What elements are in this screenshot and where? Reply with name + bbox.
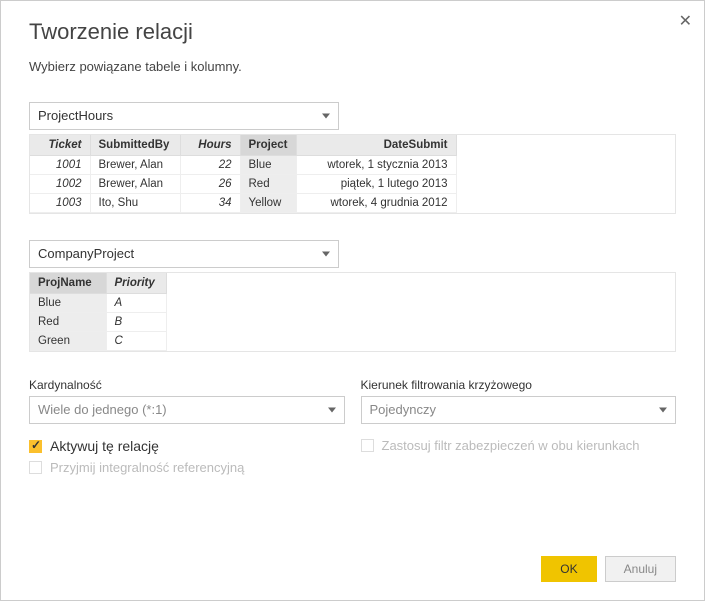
- crossfilter-value: Pojedynczy: [370, 402, 436, 417]
- table-row: Green C: [30, 332, 166, 351]
- dialog-subtitle: Wybierz powiązane tabele i kolumny.: [29, 59, 676, 74]
- security-label: Zastosuj filtr zabezpieczeń w obu kierun…: [382, 438, 640, 453]
- dialog-title: Tworzenie relacji: [29, 19, 676, 45]
- chevron-down-icon: [322, 114, 330, 119]
- col-submittedby[interactable]: SubmittedBy: [90, 135, 180, 156]
- table2-selector[interactable]: CompanyProject: [29, 240, 339, 268]
- table-header-row: ProjName Priority: [30, 273, 166, 294]
- table-header-row: Ticket SubmittedBy Hours Project DateSub…: [30, 135, 456, 156]
- table1-preview: Ticket SubmittedBy Hours Project DateSub…: [29, 134, 676, 214]
- cardinality-value: Wiele do jednego (*:1): [38, 402, 167, 417]
- table-row: 1001 Brewer, Alan 22 Blue wtorek, 1 styc…: [30, 156, 456, 175]
- table1-selector-value: ProjectHours: [38, 108, 113, 123]
- activate-relationship-check[interactable]: Aktywuj tę relację: [29, 438, 345, 454]
- cardinality-selector[interactable]: Wiele do jednego (*:1): [29, 396, 345, 424]
- cancel-button[interactable]: Anuluj: [605, 556, 676, 582]
- chevron-down-icon: [659, 408, 667, 413]
- cardinality-label: Kardynalność: [29, 378, 345, 392]
- col-hours[interactable]: Hours: [180, 135, 240, 156]
- table2-preview: ProjName Priority Blue A Red B Green C: [29, 272, 676, 352]
- table-row: 1002 Brewer, Alan 26 Red piątek, 1 luteg…: [30, 175, 456, 194]
- close-icon[interactable]: ✕: [679, 11, 692, 31]
- col-project[interactable]: Project: [240, 135, 296, 156]
- chevron-down-icon: [328, 408, 336, 413]
- integrity-label: Przyjmij integralność referencyjną: [50, 460, 244, 475]
- table2-selector-value: CompanyProject: [38, 246, 134, 261]
- table-row: Red B: [30, 313, 166, 332]
- col-priority[interactable]: Priority: [106, 273, 166, 294]
- ok-button[interactable]: OK: [541, 556, 596, 582]
- checkbox-icon: [361, 439, 374, 452]
- col-datesubmit[interactable]: DateSubmit: [296, 135, 456, 156]
- col-projname[interactable]: ProjName: [30, 273, 106, 294]
- checkbox-icon: [29, 461, 42, 474]
- crossfilter-label: Kierunek filtrowania krzyżowego: [361, 378, 677, 392]
- checkbox-icon: [29, 440, 42, 453]
- activate-label: Aktywuj tę relację: [50, 438, 159, 454]
- table-row: 1003 Ito, Shu 34 Yellow wtorek, 4 grudni…: [30, 194, 456, 213]
- security-filter-check: Zastosuj filtr zabezpieczeń w obu kierun…: [361, 438, 677, 453]
- table-row: Blue A: [30, 294, 166, 313]
- create-relationship-dialog: ✕ Tworzenie relacji Wybierz powiązane ta…: [0, 0, 705, 601]
- referential-integrity-check: Przyjmij integralność referencyjną: [29, 460, 345, 475]
- chevron-down-icon: [322, 252, 330, 257]
- table1-selector[interactable]: ProjectHours: [29, 102, 339, 130]
- col-ticket[interactable]: Ticket: [30, 135, 90, 156]
- crossfilter-selector[interactable]: Pojedynczy: [361, 396, 677, 424]
